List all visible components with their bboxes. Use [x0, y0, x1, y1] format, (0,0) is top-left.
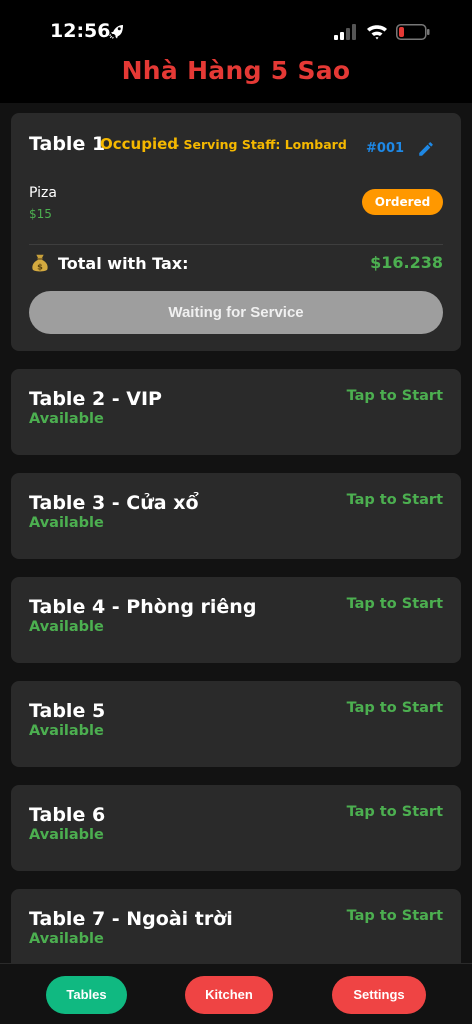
- table-name: Table 4 - Phòng riêng: [29, 596, 257, 618]
- table-list[interactable]: Table 1 Occupied - Serving Staff: Lombar…: [0, 103, 472, 963]
- tap-to-start-link[interactable]: Tap to Start: [347, 700, 443, 716]
- wifi-icon: [367, 25, 387, 40]
- pencil-edit-icon[interactable]: [417, 140, 435, 158]
- rocket-icon: [109, 25, 123, 39]
- battery-icon: [396, 24, 430, 40]
- nav-tables-button[interactable]: Tables: [46, 976, 127, 1014]
- total-value: $16.238: [370, 253, 443, 272]
- tap-to-start-link[interactable]: Tap to Start: [347, 908, 443, 924]
- table-name: Table 1: [29, 133, 106, 155]
- divider: [29, 244, 443, 245]
- order-id: #001: [366, 141, 405, 156]
- table-card[interactable]: Table 6 Available Tap to Start: [11, 785, 461, 871]
- table-card[interactable]: Table 4 - Phòng riêng Available Tap to S…: [11, 577, 461, 663]
- order-item-name: Piza: [29, 185, 57, 201]
- table-name: Table 2 - VIP: [29, 388, 162, 410]
- table-card[interactable]: Table 5 Available Tap to Start: [11, 681, 461, 767]
- nav-settings-button[interactable]: Settings: [332, 976, 426, 1014]
- serving-staff: - Serving Staff: Lombard: [174, 137, 347, 152]
- table-card[interactable]: Table 3 - Cửa xổ Available Tap to Start: [11, 473, 461, 559]
- waiting-for-service-button[interactable]: Waiting for Service: [29, 291, 443, 334]
- table-status: Available: [29, 723, 104, 739]
- svg-text:$: $: [37, 261, 43, 271]
- table-name: Table 6: [29, 804, 106, 826]
- tap-to-start-link[interactable]: Tap to Start: [347, 804, 443, 820]
- table-card-occupied[interactable]: Table 1 Occupied - Serving Staff: Lombar…: [11, 113, 461, 351]
- table-card[interactable]: Table 7 - Ngoài trời Available Tap to St…: [11, 889, 461, 963]
- table-card[interactable]: Table 2 - VIP Available Tap to Start: [11, 369, 461, 455]
- status-time: 12:56: [50, 20, 111, 42]
- order-item-price: $15: [29, 207, 52, 221]
- table-status: Available: [29, 619, 104, 635]
- table-status: Available: [29, 515, 104, 531]
- nav-kitchen-button[interactable]: Kitchen: [185, 976, 273, 1014]
- total-label: Total with Tax:: [58, 254, 189, 273]
- order-status-badge: Ordered: [362, 189, 443, 215]
- tap-to-start-link[interactable]: Tap to Start: [347, 388, 443, 404]
- table-status: Occupied: [100, 135, 179, 153]
- table-name: Table 5: [29, 700, 106, 722]
- tap-to-start-link[interactable]: Tap to Start: [347, 596, 443, 612]
- table-status: Available: [29, 827, 104, 843]
- cellular-signal-icon: [334, 24, 356, 40]
- table-status: Available: [29, 411, 104, 427]
- money-bag-icon: $: [32, 254, 48, 272]
- status-bar: 12:56: [0, 0, 472, 56]
- app-title: Nhà Hàng 5 Sao: [121, 56, 351, 85]
- tap-to-start-link[interactable]: Tap to Start: [347, 492, 443, 508]
- table-name: Table 7 - Ngoài trời: [29, 908, 233, 930]
- bottom-nav: Tables Kitchen Settings: [0, 963, 472, 1024]
- table-name: Table 3 - Cửa xổ: [29, 492, 199, 514]
- table-status: Available: [29, 931, 104, 947]
